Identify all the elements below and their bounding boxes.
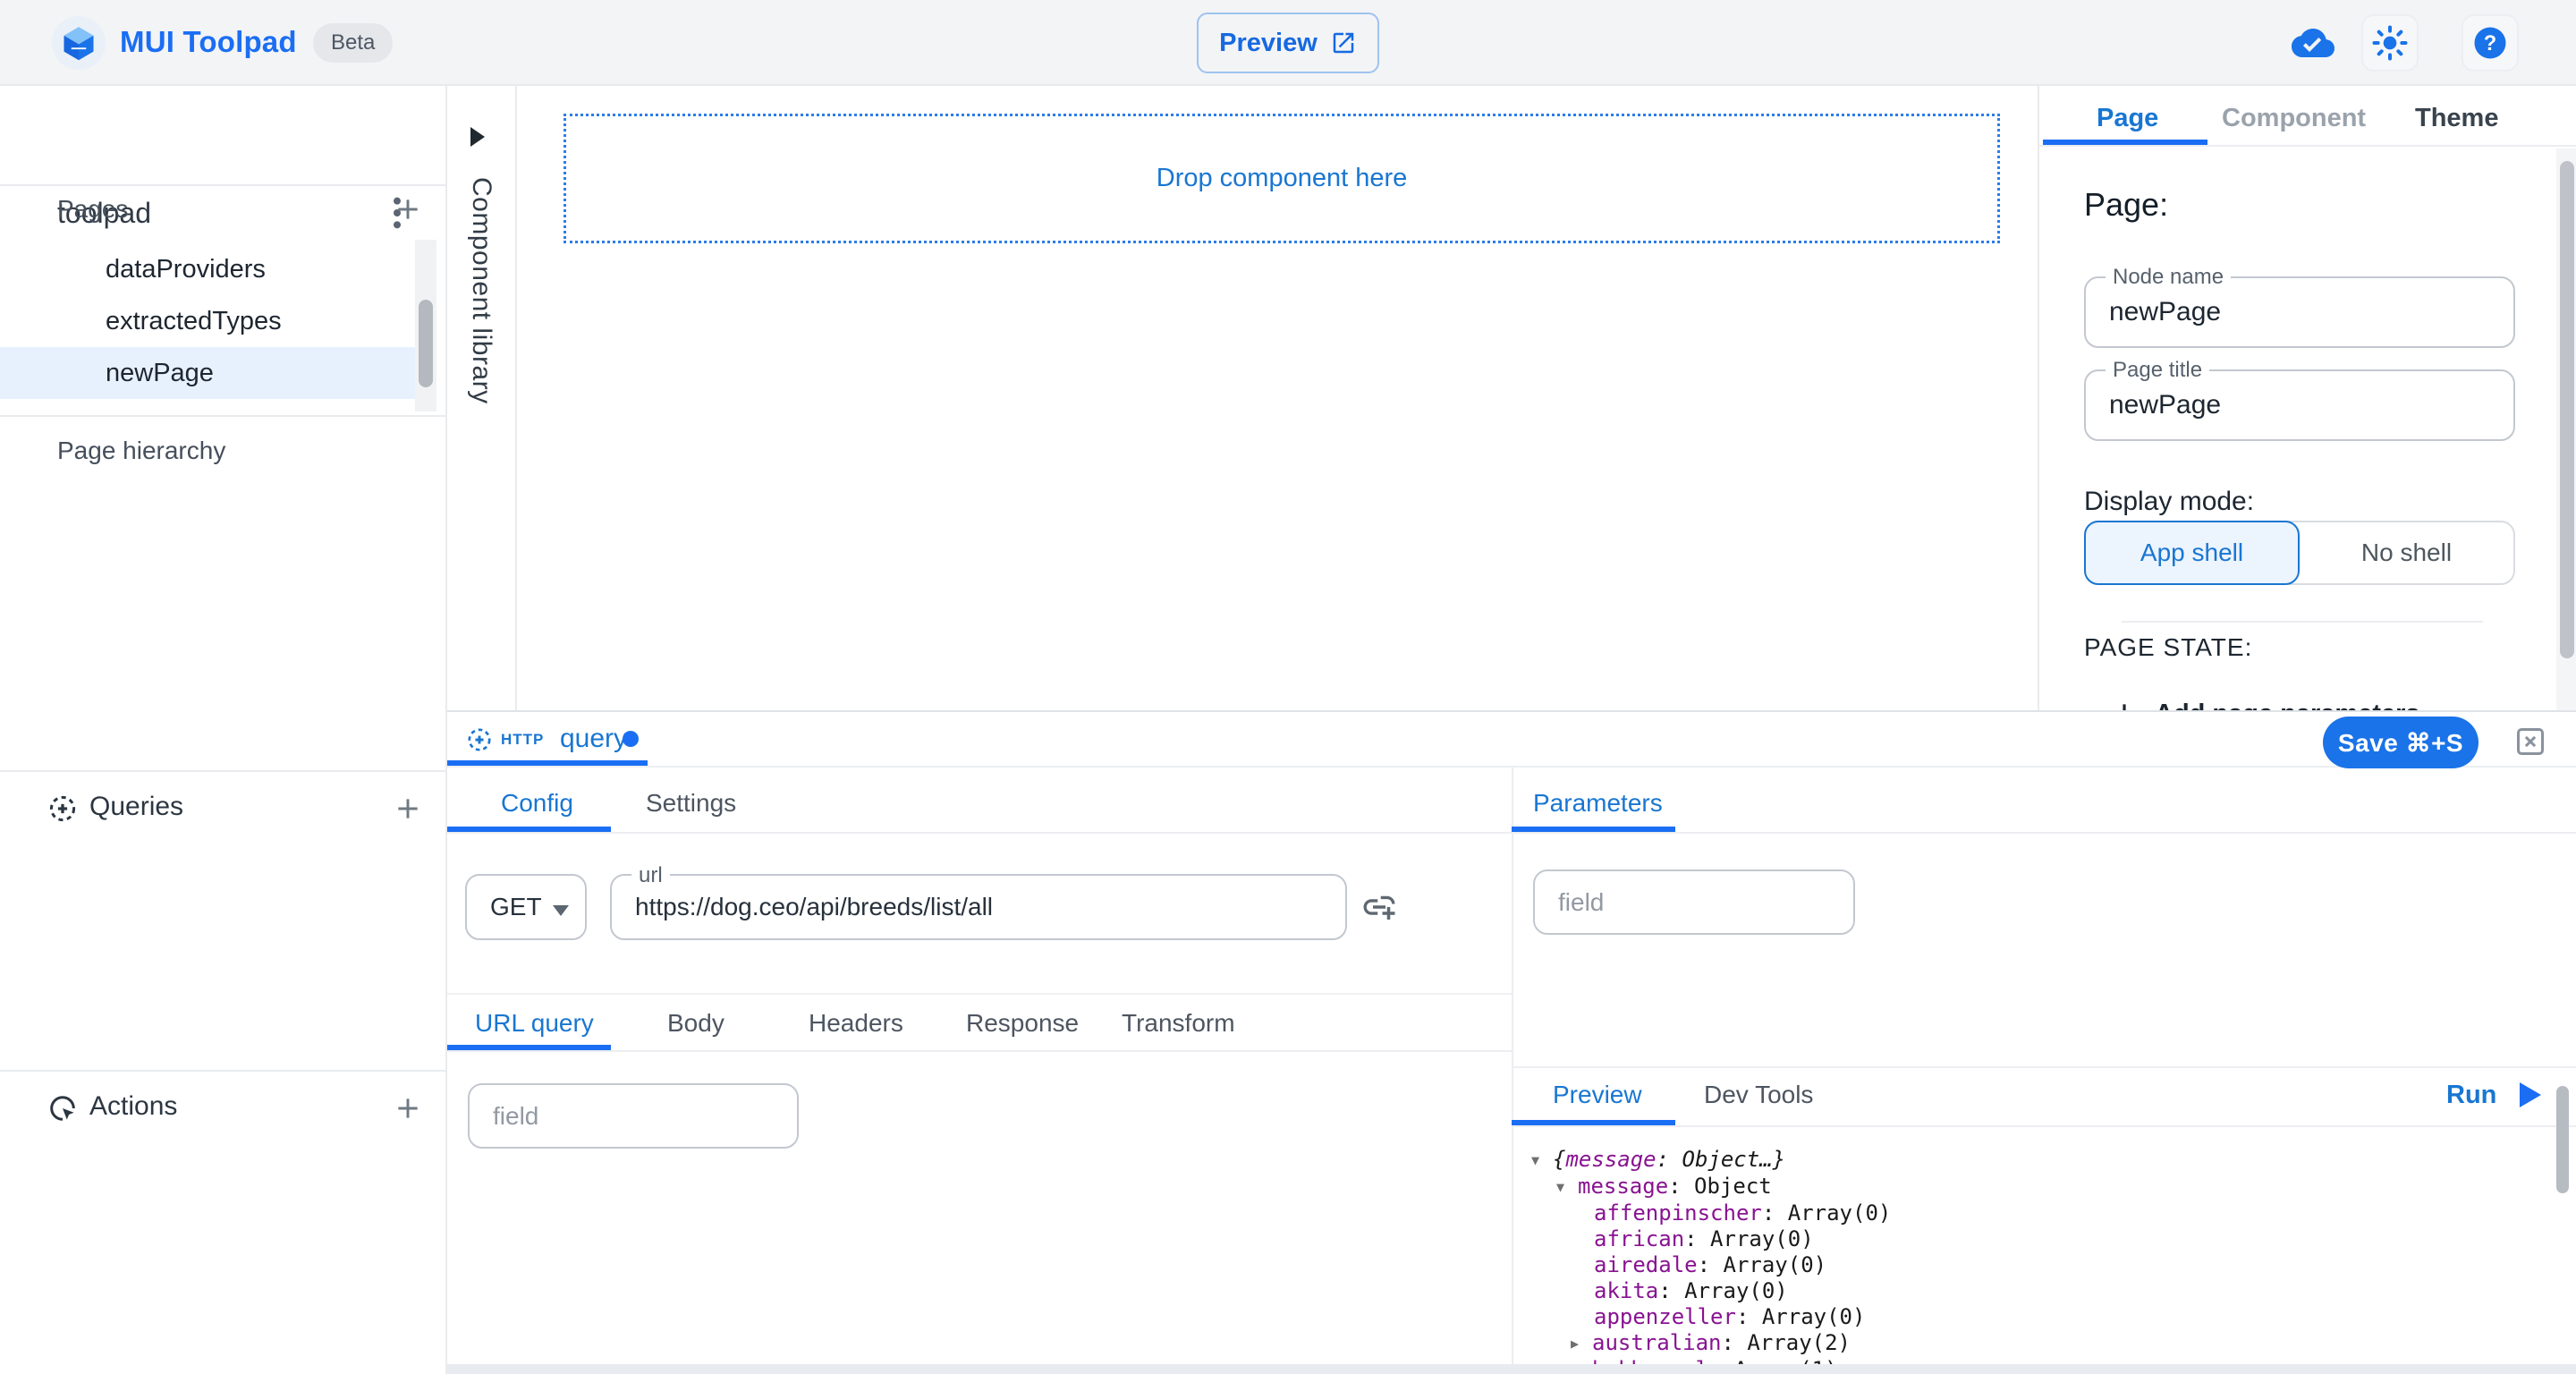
url-input[interactable] bbox=[635, 876, 1324, 938]
sidebar-item-dataproviders[interactable]: dataProviders bbox=[0, 243, 415, 295]
plus-icon bbox=[394, 1094, 422, 1123]
close-icon bbox=[2514, 725, 2546, 758]
tab-component[interactable]: Component bbox=[2222, 98, 2366, 138]
query-protocol-label: HTTP bbox=[501, 731, 544, 749]
app-title: MUI Toolpad bbox=[120, 25, 297, 59]
plus-icon bbox=[394, 195, 422, 224]
expand-arrow-icon[interactable] bbox=[470, 127, 485, 147]
parameter-field[interactable] bbox=[1533, 869, 1855, 935]
light-mode-icon bbox=[2372, 25, 2408, 61]
tree-row[interactable]: ▼{message: Object…} bbox=[1526, 1147, 2546, 1174]
http-query-icon bbox=[465, 725, 494, 754]
tab-url-query[interactable]: URL query bbox=[475, 1000, 594, 1047]
tree-row: african: Array(0) bbox=[1526, 1226, 2546, 1252]
preview-button[interactable]: Preview bbox=[1197, 13, 1379, 73]
display-mode-toggle-group: App shell No shell bbox=[2084, 521, 2515, 585]
plus-icon bbox=[394, 794, 422, 823]
parameter-input[interactable] bbox=[1558, 871, 1826, 933]
tab-headers[interactable]: Headers bbox=[809, 1000, 903, 1047]
display-mode-label: Display mode: bbox=[2084, 487, 2254, 517]
help-button[interactable]: ? bbox=[2462, 14, 2519, 72]
cloud-done-icon bbox=[2290, 21, 2336, 64]
query-editor-tab[interactable]: HTTP query bbox=[447, 712, 648, 766]
drop-zone-placeholder: Drop component here bbox=[1157, 164, 1408, 193]
page-title-field[interactable]: Page title bbox=[2084, 369, 2515, 441]
svg-text:?: ? bbox=[2484, 32, 2496, 55]
tree-row: airedale: Array(0) bbox=[1526, 1252, 2546, 1278]
add-action-button[interactable] bbox=[385, 1085, 431, 1132]
drop-zone[interactable]: Drop component here bbox=[564, 114, 2000, 243]
tree-row: affenpinscher: Array(0) bbox=[1526, 1200, 2546, 1226]
add-page-parameters-button[interactable]: Add page parameters bbox=[2110, 687, 2420, 710]
query-name-label: query bbox=[560, 724, 627, 754]
tab-parameters[interactable]: Parameters bbox=[1533, 780, 1663, 827]
tree-row[interactable]: ▼message: Object bbox=[1526, 1174, 2546, 1200]
queries-icon bbox=[47, 793, 79, 825]
display-mode-app-shell[interactable]: App shell bbox=[2084, 521, 2300, 585]
tree-row: akita: Array(0) bbox=[1526, 1278, 2546, 1304]
pages-scrollbar-thumb[interactable] bbox=[419, 300, 433, 387]
help-icon: ? bbox=[2471, 24, 2509, 62]
run-button[interactable]: Run bbox=[2446, 1072, 2541, 1118]
display-mode-no-shell[interactable]: No shell bbox=[2300, 522, 2513, 583]
save-button[interactable]: Save ⌘+S bbox=[2323, 717, 2479, 768]
add-link-icon bbox=[1360, 888, 1398, 926]
page-title-input[interactable] bbox=[2109, 371, 2485, 439]
app-header: MUI Toolpad Beta Preview bbox=[0, 0, 2576, 86]
query-editor-panel: HTTP query Save ⌘+S Config Settings GET … bbox=[447, 710, 2576, 1374]
actions-section-title: Actions bbox=[89, 1091, 177, 1122]
json-preview-tree: ▼{message: Object…} ▼message: Object aff… bbox=[1526, 1147, 2546, 1364]
tab-response[interactable]: Response bbox=[966, 1000, 1079, 1047]
queries-section-title: Queries bbox=[89, 792, 183, 822]
tab-dev-tools[interactable]: Dev Tools bbox=[1704, 1072, 1813, 1118]
sidebar-item-extractedtypes[interactable]: extractedTypes bbox=[0, 295, 415, 347]
app-window: MUI Toolpad Beta Preview bbox=[0, 0, 2576, 1374]
inspector-heading: Page: bbox=[2084, 186, 2168, 224]
inspector-scrollbar-thumb[interactable] bbox=[2560, 161, 2574, 658]
preview-button-label: Preview bbox=[1219, 29, 1318, 58]
tab-body[interactable]: Body bbox=[667, 1000, 724, 1047]
tab-preview[interactable]: Preview bbox=[1553, 1072, 1642, 1118]
plus-icon bbox=[2110, 700, 2139, 710]
horizontal-scrollbar-track[interactable] bbox=[447, 1364, 2576, 1374]
tab-theme[interactable]: Theme bbox=[2415, 98, 2498, 138]
method-select[interactable]: GET bbox=[465, 874, 587, 940]
open-in-new-icon bbox=[1330, 30, 1357, 56]
node-name-input[interactable] bbox=[2109, 278, 2485, 346]
url-query-input[interactable] bbox=[493, 1085, 761, 1147]
tree-row[interactable]: ▶bakharwal: Array(1) bbox=[1526, 1357, 2546, 1364]
add-page-button[interactable] bbox=[385, 186, 431, 233]
beta-badge: Beta bbox=[313, 23, 393, 63]
play-icon bbox=[2520, 1082, 2541, 1107]
tab-page[interactable]: Page bbox=[2097, 98, 2158, 138]
tab-config[interactable]: Config bbox=[501, 780, 573, 827]
theme-toggle-button[interactable] bbox=[2361, 14, 2419, 72]
sidebar-item-newpage[interactable]: newPage bbox=[0, 347, 415, 399]
component-library-panel[interactable]: Component library bbox=[447, 86, 517, 710]
tree-row[interactable]: ▶australian: Array(2) bbox=[1526, 1330, 2546, 1357]
method-value: GET bbox=[490, 893, 542, 921]
url-field[interactable]: url bbox=[610, 874, 1347, 940]
node-name-field[interactable]: Node name bbox=[2084, 276, 2515, 348]
page-hierarchy-label: Page hierarchy bbox=[57, 437, 225, 465]
add-query-button[interactable] bbox=[385, 785, 431, 832]
sidebar: toolpad Pages dataProviders extractedTyp… bbox=[0, 86, 447, 1374]
mui-toolpad-logo-icon bbox=[52, 16, 106, 70]
page-canvas: Drop component here bbox=[519, 86, 2038, 710]
actions-icon bbox=[47, 1092, 79, 1124]
tab-transform[interactable]: Transform bbox=[1122, 1000, 1235, 1047]
close-panel-button[interactable] bbox=[2513, 725, 2547, 759]
result-scrollbar-thumb[interactable] bbox=[2556, 1086, 2569, 1193]
page-state-label: PAGE STATE: bbox=[2084, 633, 2252, 662]
inspector-panel: Page Component Theme Page: Node name Pag… bbox=[2038, 86, 2576, 710]
component-library-label: Component library bbox=[466, 177, 496, 404]
pages-section-title: Pages bbox=[57, 195, 128, 224]
tree-row: appenzeller: Array(0) bbox=[1526, 1304, 2546, 1330]
unsaved-dot-indicator bbox=[623, 731, 639, 747]
tab-settings[interactable]: Settings bbox=[646, 780, 736, 827]
url-query-field[interactable] bbox=[468, 1083, 799, 1149]
bind-link-button[interactable] bbox=[1356, 884, 1402, 930]
chevron-down-icon bbox=[553, 905, 569, 916]
